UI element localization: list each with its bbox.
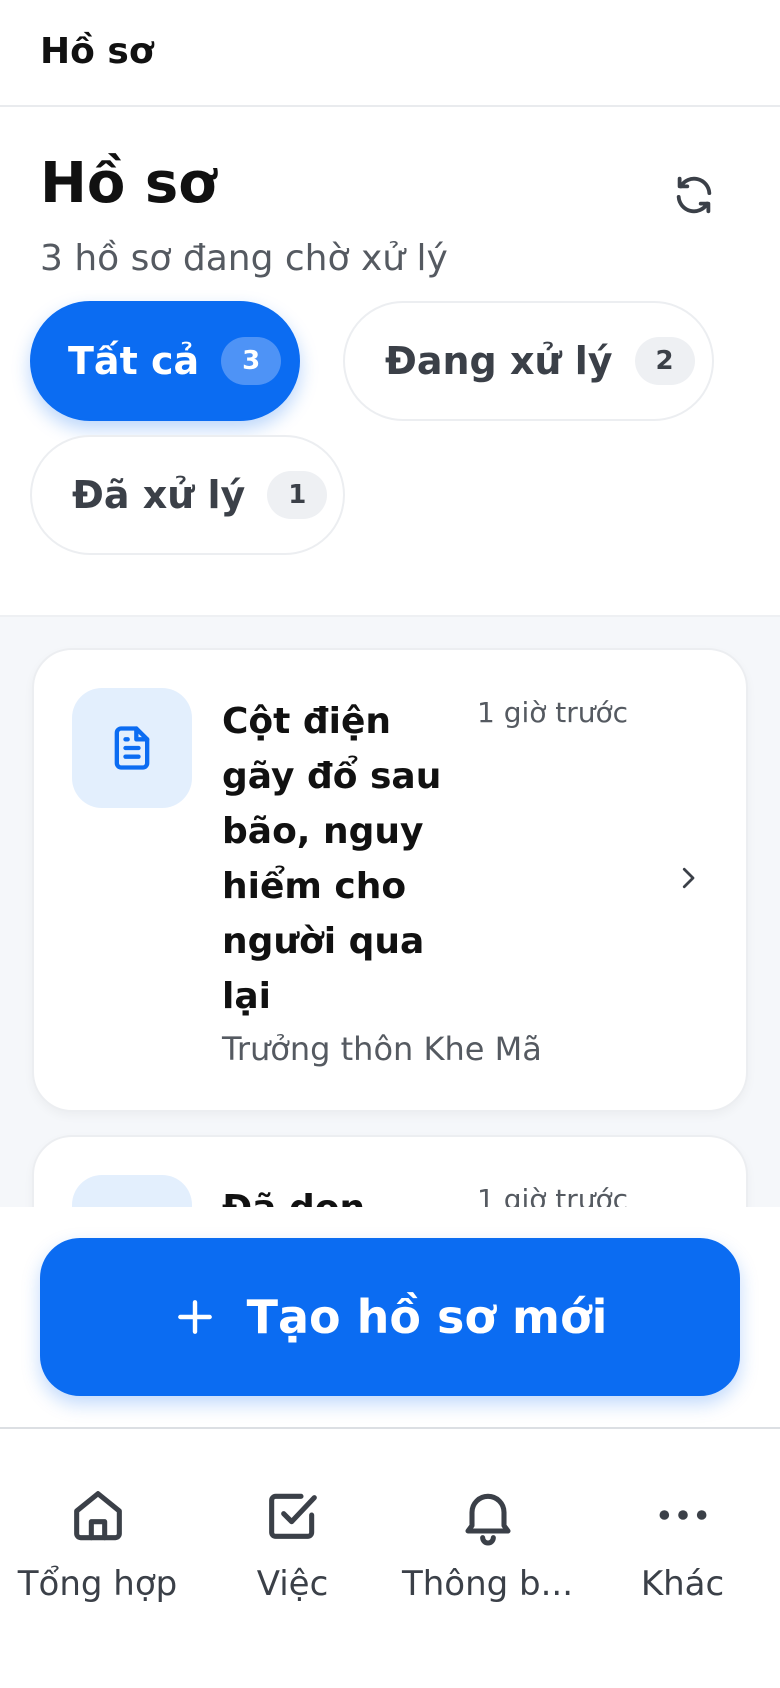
- filter-chip-label: Đã xử lý: [72, 473, 246, 517]
- case-author: Trưởng thôn Khe Mã: [222, 1030, 542, 1068]
- filter-chip-count: 3: [221, 337, 282, 385]
- filter-chip-processed[interactable]: Đã xử lý 1: [30, 435, 345, 555]
- filter-chip-count: 1: [267, 471, 328, 519]
- filter-chip-processing[interactable]: Đang xử lý 2: [343, 301, 714, 421]
- filter-chip-all[interactable]: Tất cả 3: [30, 301, 300, 421]
- page-title: Hồ sơ: [40, 151, 217, 216]
- checkbox-icon: [257, 1479, 329, 1551]
- nav-label: Tổng hợp: [17, 1564, 178, 1604]
- create-case-button[interactable]: Tạo hồ sơ mới: [40, 1238, 740, 1396]
- home-icon: [62, 1479, 134, 1551]
- app-bar: Hồ sơ: [0, 0, 780, 107]
- case-title: Cột điện gãy đổ sau bão, nguy hiểm cho n…: [222, 701, 442, 1017]
- page-subtitle: 3 hồ sơ đang chờ xử lý: [40, 238, 448, 279]
- page-header: Hồ sơ 3 hồ sơ đang chờ xử lý Tất cả 3 Đa…: [0, 107, 780, 615]
- nav-item-notifications[interactable]: Thông b...: [390, 1429, 585, 1688]
- more-icon: [647, 1479, 719, 1551]
- create-case-label: Tạo hồ sơ mới: [246, 1290, 608, 1344]
- nav-item-overview[interactable]: Tổng hợp: [0, 1429, 195, 1688]
- filter-chip-label: Tất cả: [68, 339, 200, 383]
- action-bar: Tạo hồ sơ mới: [0, 1207, 780, 1429]
- refresh-icon: [676, 176, 712, 214]
- filter-chip-label: Đang xử lý: [385, 339, 613, 383]
- chevron-right-icon: [670, 860, 706, 896]
- case-card[interactable]: Cột điện gãy đổ sau bão, nguy hiểm cho n…: [32, 648, 748, 1112]
- nav-label: Thông b...: [401, 1564, 574, 1604]
- refresh-button[interactable]: [664, 165, 724, 225]
- plus-icon: [177, 1300, 212, 1334]
- case-time: 1 giờ trước: [477, 1183, 629, 1207]
- case-icon-box: [72, 688, 192, 808]
- case-icon-box: [72, 1175, 192, 1207]
- bottom-nav: Tổng hợp Việc Thông b... Khác: [0, 1429, 780, 1688]
- document-icon: [114, 726, 150, 770]
- nav-label: Khác: [640, 1564, 725, 1604]
- filter-chip-count: 2: [634, 337, 695, 385]
- nav-item-more[interactable]: Khác: [585, 1429, 780, 1688]
- case-list[interactable]: Cột điện gãy đổ sau bão, nguy hiểm cho n…: [0, 615, 780, 1207]
- nav-item-tasks[interactable]: Việc: [195, 1429, 390, 1688]
- case-time: 1 giờ trước: [477, 696, 629, 729]
- case-card[interactable]: Đã dọn 1 giờ trước: [32, 1135, 748, 1207]
- app-bar-title: Hồ sơ: [40, 31, 154, 72]
- bell-icon: [452, 1479, 524, 1551]
- nav-label: Việc: [256, 1564, 329, 1604]
- case-title: Đã dọn: [222, 1181, 454, 1207]
